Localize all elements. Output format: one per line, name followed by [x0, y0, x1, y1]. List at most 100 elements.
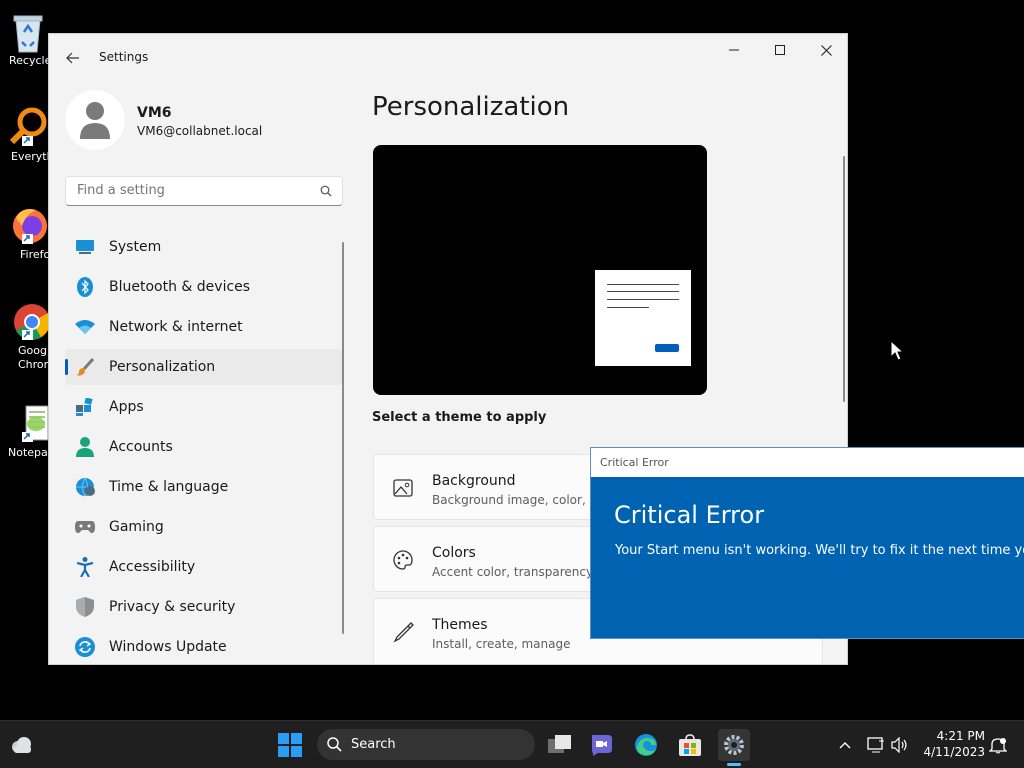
nav-item-label: Apps [109, 399, 144, 415]
desktop-icon-label: Goog Chrom [18, 344, 48, 371]
palette-icon [393, 550, 413, 570]
close-button[interactable] [803, 34, 847, 66]
task-view-icon [548, 735, 571, 753]
nav-item-label: Bluetooth & devices [109, 279, 251, 295]
search-box[interactable] [65, 176, 343, 206]
active-app-indicator [727, 763, 741, 766]
notepadpp-icon [8, 402, 49, 442]
gear-icon [724, 735, 744, 755]
nav-item-accounts[interactable]: Accounts [65, 429, 343, 465]
shield-icon [75, 597, 95, 617]
avatar[interactable] [65, 90, 125, 150]
theme-section-label: Select a theme to apply [372, 410, 547, 425]
maximize-button[interactable] [757, 34, 803, 66]
user-email: VM6@collabnet.local [137, 124, 263, 138]
paintbrush-icon [75, 357, 95, 377]
weather-widget[interactable] [6, 729, 38, 761]
back-arrow-icon [66, 52, 79, 64]
update-sync-icon [75, 637, 95, 657]
preview-accent-button [655, 344, 679, 352]
notification-bell-icon [989, 738, 1007, 754]
notifications-button[interactable] [982, 729, 1014, 761]
user-avatar-icon [80, 102, 110, 139]
maximize-icon [775, 45, 785, 55]
volume-tray-button[interactable] [884, 729, 916, 761]
chat-camera-icon [592, 735, 612, 756]
preview-window [595, 270, 691, 366]
nav-item-privacy[interactable]: Privacy & security [65, 589, 343, 625]
nav-item-label: Personalization [109, 359, 216, 375]
edge-button[interactable] [630, 729, 662, 761]
nav-item-label: Accessibility [109, 559, 196, 575]
system-monitor-icon [75, 237, 95, 257]
chevron-up-icon [839, 742, 851, 749]
wifi-icon [75, 317, 95, 337]
user-name: VM6 [137, 105, 172, 121]
nav-scrollbar[interactable] [342, 242, 344, 634]
nav-item-accessibility[interactable]: Accessibility [65, 549, 343, 585]
image-icon [393, 479, 413, 497]
error-message: Your Start menu isn't working. We'll try… [615, 543, 1024, 558]
task-view-button[interactable] [544, 729, 576, 761]
nav-item-label: Accounts [109, 439, 173, 455]
taskbar-search[interactable]: Search [317, 729, 535, 760]
nav-item-label: Gaming [109, 519, 164, 535]
card-title: Background [432, 473, 516, 489]
critical-error-dialog: Critical Error Critical Error Your Start… [590, 447, 1024, 639]
settings-taskbar-button[interactable] [718, 729, 750, 761]
nav-item-time-language[interactable]: Time & language [65, 469, 343, 505]
show-hidden-icons-button[interactable] [829, 729, 861, 761]
card-subtitle: Install, create, manage [432, 637, 571, 651]
firefox-icon [8, 204, 48, 244]
window-title: Settings [99, 50, 149, 64]
everything-search-icon [8, 106, 48, 146]
nav-item-windows-update[interactable]: Windows Update [65, 629, 343, 664]
search-input[interactable] [75, 182, 309, 199]
page-title: Personalization [372, 92, 570, 122]
nav-item-personalization[interactable]: Personalization [65, 349, 343, 385]
close-icon [820, 44, 832, 56]
content-scrollbar[interactable] [843, 156, 845, 402]
globe-clock-icon [75, 477, 95, 497]
gamepad-icon [75, 517, 95, 537]
dialog-title-bar: Critical Error [591, 448, 1024, 477]
minimize-icon [729, 49, 739, 51]
card-subtitle: Background image, color, slid [432, 493, 611, 507]
cloud-weather-icon [12, 737, 31, 753]
clock-date: 4/11/2023 [923, 745, 985, 759]
nav-item-label: Network & internet [109, 319, 243, 335]
teams-chat-button[interactable] [586, 729, 618, 761]
account-person-icon [75, 437, 95, 457]
recycle-bin-icon [8, 10, 48, 53]
search-icon [327, 737, 342, 752]
minimize-button[interactable] [711, 34, 757, 66]
nav-item-system[interactable]: System [65, 229, 343, 265]
nav-item-label: Privacy & security [109, 599, 236, 615]
search-icon [320, 185, 332, 197]
start-button[interactable] [274, 729, 306, 761]
nav-item-gaming[interactable]: Gaming [65, 509, 343, 545]
taskbar: Search 4:21 PM 4/11/2023 [0, 720, 1024, 768]
speaker-volume-icon [891, 737, 907, 753]
clock[interactable]: 4:21 PM 4/11/2023 [915, 728, 985, 760]
taskbar-search-label: Search [351, 737, 396, 752]
nav-item-label: Time & language [109, 479, 229, 495]
card-title: Colors [432, 545, 476, 561]
pen-brush-icon [393, 622, 414, 643]
nav-item-network[interactable]: Network & internet [65, 309, 343, 345]
back-button[interactable] [59, 44, 87, 72]
card-title: Themes [432, 617, 488, 633]
bluetooth-icon [75, 277, 95, 297]
nav-item-label: Windows Update [109, 639, 227, 655]
dialog-title: Critical Error [600, 456, 669, 469]
clock-time: 4:21 PM [936, 729, 985, 743]
theme-preview [373, 145, 707, 395]
mouse-pointer-icon [890, 340, 904, 361]
nav-item-bluetooth[interactable]: Bluetooth & devices [65, 269, 343, 305]
windows-logo-icon [278, 733, 302, 757]
chrome-icon [8, 300, 51, 340]
store-button[interactable] [674, 729, 706, 761]
store-bag-icon [679, 734, 701, 756]
nav-item-apps[interactable]: Apps [65, 389, 343, 425]
apps-grid-icon [75, 397, 95, 417]
